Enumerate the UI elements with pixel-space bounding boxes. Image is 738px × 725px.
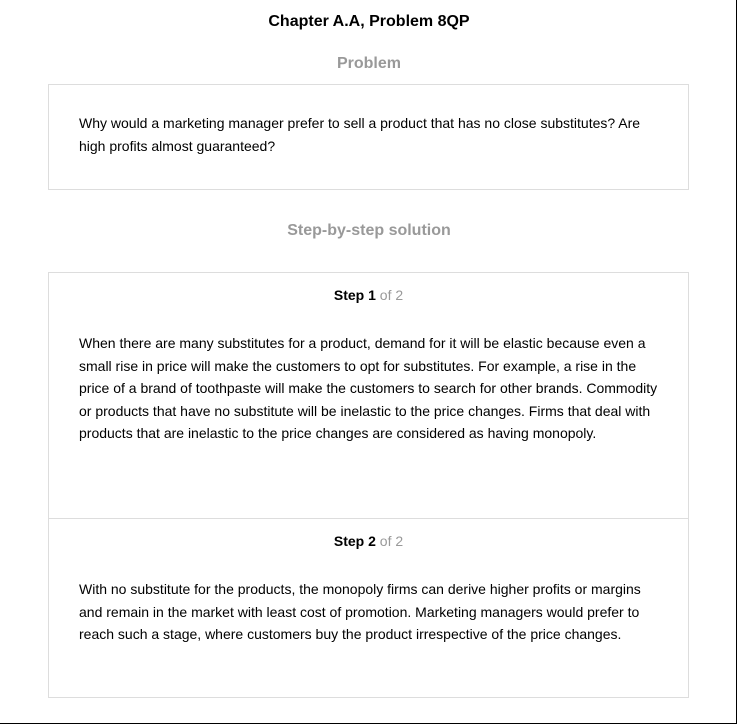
step-1-header: Step 1 of 2	[49, 286, 688, 304]
solution-steps-box: Step 1 of 2 When there are many substitu…	[48, 272, 689, 698]
step-1-word: Step	[333, 287, 365, 303]
step-2-word: Step	[333, 533, 365, 549]
step-2-number: 2	[368, 533, 376, 549]
step-1-of-label: of 2	[379, 287, 404, 303]
step-2: Step 2 of 2 With no substitute for the p…	[49, 519, 688, 697]
problem-heading: Problem	[336, 55, 401, 72]
page-title: Chapter A.A, Problem 8QP	[268, 13, 470, 30]
solution-heading: Step-by-step solution	[287, 222, 451, 239]
problem-text: Why would a marketing manager prefer to …	[79, 115, 641, 154]
step-1: Step 1 of 2 When there are many substitu…	[49, 273, 688, 519]
step-1-text: When there are many substitutes for a pr…	[79, 335, 658, 441]
problem-box: Why would a marketing manager prefer to …	[48, 84, 689, 190]
step-2-text: With no substitute for the products, the…	[79, 581, 641, 642]
step-2-of-label: of 2	[379, 533, 404, 549]
step-2-header: Step 2 of 2	[49, 532, 688, 550]
step-1-number: 1	[368, 287, 376, 303]
